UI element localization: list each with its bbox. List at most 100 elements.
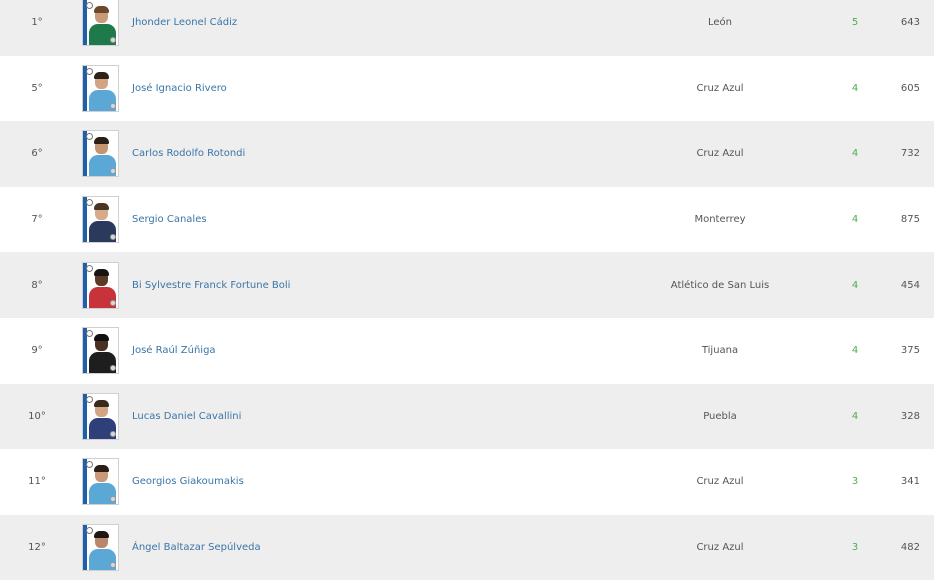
player-hair xyxy=(94,399,109,407)
player-hair xyxy=(94,334,109,342)
player-hair xyxy=(94,71,109,79)
player-name-link[interactable]: Bi Sylvestre Franck Fortune Boli xyxy=(132,280,290,291)
player-sticker-icon[interactable] xyxy=(82,261,119,309)
club-crest-icon xyxy=(110,562,116,569)
rank-value: 8° xyxy=(31,279,43,291)
league-badge-icon xyxy=(86,330,93,338)
player-sticker-icon[interactable] xyxy=(82,524,119,572)
club-crest-icon xyxy=(110,299,116,306)
player-name-link[interactable]: José Raúl Zúñiga xyxy=(132,345,216,356)
photo-cell[interactable] xyxy=(82,318,122,384)
goals-cell: 4 xyxy=(834,384,876,450)
goals-cell: 4 xyxy=(834,252,876,318)
player-name-link[interactable]: Sergio Canales xyxy=(132,214,207,225)
player-sticker-icon[interactable] xyxy=(82,196,119,244)
rank-value: 10° xyxy=(28,410,46,422)
team-name: Cruz Azul xyxy=(696,148,744,160)
name-cell: Ángel Baltazar Sepúlveda xyxy=(132,515,592,580)
goals-value: 4 xyxy=(851,82,859,94)
league-badge-icon xyxy=(86,199,93,207)
minutes-cell: 482 xyxy=(880,515,920,580)
team-name: Tijuana xyxy=(701,345,739,357)
minutes-value: 732 xyxy=(900,148,920,160)
player-name-link[interactable]: Ángel Baltazar Sepúlveda xyxy=(132,542,261,553)
rank-cell: 11° xyxy=(0,449,74,515)
team-name: Puebla xyxy=(703,410,737,422)
name-cell: Lucas Daniel Cavallini xyxy=(132,384,592,450)
minutes-value: 328 xyxy=(900,410,920,422)
player-hair xyxy=(94,268,109,276)
photo-cell[interactable] xyxy=(82,384,122,450)
photo-cell[interactable] xyxy=(82,187,122,253)
photo-cell[interactable] xyxy=(82,121,122,187)
minutes-value: 643 xyxy=(900,17,920,29)
name-cell: Sergio Canales xyxy=(132,187,592,253)
minutes-cell: 643 xyxy=(880,0,920,56)
scorers-table: 1° Jhonder Leonel Cádiz León 5 643 5° Jo… xyxy=(0,0,934,580)
player-sticker-icon[interactable] xyxy=(82,64,119,112)
team-name: León xyxy=(707,17,732,29)
table-row: 1° Jhonder Leonel Cádiz León 5 643 xyxy=(0,0,934,56)
photo-cell[interactable] xyxy=(82,515,122,580)
name-cell: Georgios Giakoumakis xyxy=(132,449,592,515)
team-cell: Cruz Azul xyxy=(620,449,820,515)
player-sticker-icon[interactable] xyxy=(82,392,119,440)
league-badge-icon xyxy=(86,67,93,75)
team-cell: Cruz Azul xyxy=(620,515,820,580)
rank-value: 6° xyxy=(31,148,43,160)
player-sticker-icon[interactable] xyxy=(82,458,119,506)
club-crest-icon xyxy=(110,430,116,437)
league-badge-icon xyxy=(86,264,93,272)
team-cell: Cruz Azul xyxy=(620,121,820,187)
photo-cell[interactable] xyxy=(82,56,122,122)
rank-value: 9° xyxy=(31,345,43,357)
minutes-value: 482 xyxy=(900,542,920,554)
goals-value: 4 xyxy=(851,214,859,226)
goals-value: 3 xyxy=(851,476,859,488)
name-cell: José Raúl Zúñiga xyxy=(132,318,592,384)
team-cell: Tijuana xyxy=(620,318,820,384)
player-name-link[interactable]: Jhonder Leonel Cádiz xyxy=(132,17,237,28)
minutes-value: 454 xyxy=(900,279,920,291)
rank-cell: 12° xyxy=(0,515,74,580)
rank-cell: 1° xyxy=(0,0,74,56)
player-shirt xyxy=(89,483,116,505)
photo-cell[interactable] xyxy=(82,252,122,318)
rank-value: 5° xyxy=(31,82,43,94)
player-name-link[interactable]: Lucas Daniel Cavallini xyxy=(132,411,241,422)
league-badge-icon xyxy=(86,133,93,141)
player-sticker-icon[interactable] xyxy=(82,0,119,47)
league-badge-icon xyxy=(86,461,93,469)
player-hair xyxy=(94,6,109,14)
league-badge-icon xyxy=(86,2,93,10)
goals-cell: 4 xyxy=(834,56,876,122)
player-name-link[interactable]: Georgios Giakoumakis xyxy=(132,476,244,487)
photo-cell[interactable] xyxy=(82,0,122,56)
player-sticker-icon[interactable] xyxy=(82,327,119,375)
table-row: 8° Bi Sylvestre Franck Fortune Boli Atlé… xyxy=(0,252,934,318)
minutes-value: 341 xyxy=(900,476,920,488)
minutes-cell: 375 xyxy=(880,318,920,384)
goals-cell: 3 xyxy=(834,515,876,580)
league-badge-icon xyxy=(86,527,93,535)
player-hair xyxy=(94,137,109,145)
goals-value: 4 xyxy=(851,279,859,291)
table-row: 12° Ángel Baltazar Sepúlveda Cruz Azul 3… xyxy=(0,514,934,580)
team-name: Cruz Azul xyxy=(696,476,744,488)
minutes-value: 605 xyxy=(900,82,920,94)
table-row: 10° Lucas Daniel Cavallini Puebla 4 328 xyxy=(0,383,934,450)
table-row: 7° Sergio Canales Monterrey 4 875 xyxy=(0,187,934,253)
minutes-cell: 732 xyxy=(880,121,920,187)
player-name-link[interactable]: José Ignacio Rivero xyxy=(132,83,227,94)
minutes-cell: 605 xyxy=(880,56,920,122)
minutes-cell: 875 xyxy=(880,187,920,253)
player-sticker-icon[interactable] xyxy=(82,130,119,178)
goals-cell: 4 xyxy=(834,187,876,253)
player-shirt xyxy=(89,155,116,177)
minutes-cell: 341 xyxy=(880,449,920,515)
goals-cell: 4 xyxy=(834,121,876,187)
name-cell: Bi Sylvestre Franck Fortune Boli xyxy=(132,252,592,318)
player-name-link[interactable]: Carlos Rodolfo Rotondi xyxy=(132,148,245,159)
team-name: Atlético de San Luis xyxy=(670,279,770,291)
photo-cell[interactable] xyxy=(82,449,122,515)
